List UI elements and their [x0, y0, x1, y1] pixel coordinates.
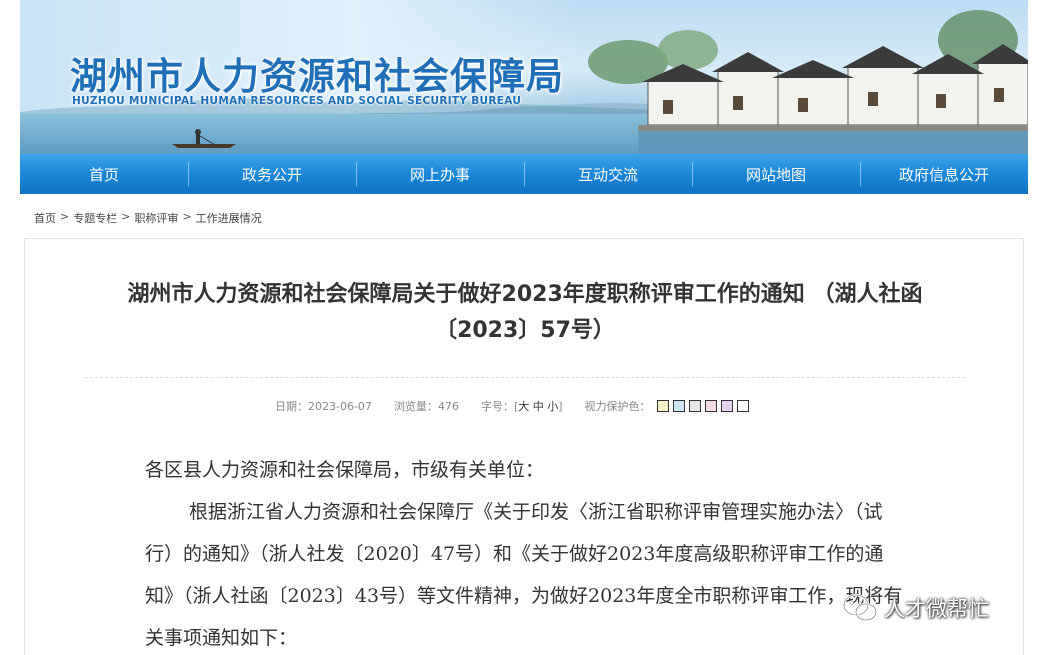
banner-boat-illustration: [172, 129, 236, 149]
swatch-blue[interactable]: [672, 400, 685, 412]
banner-village-illustration: [588, 10, 1028, 154]
swatch-white[interactable]: [736, 400, 749, 412]
font-size-medium-button[interactable]: 中: [533, 398, 544, 414]
view-count: 476: [437, 399, 459, 413]
breadcrumb-title-review[interactable]: 职称评审: [134, 210, 178, 226]
main-nav: 首页 政务公开 网上办事 互动交流 网站地图 政府信息公开: [20, 154, 1028, 194]
swatch-pink[interactable]: [704, 400, 717, 412]
breadcrumb-special-topics[interactable]: 专题专栏: [73, 210, 117, 226]
article-meta: 日期： 2023-06-07 浏览量： 476 字号： [ 大 中 小 ] 视力…: [275, 398, 749, 414]
swatch-purple[interactable]: [720, 400, 733, 412]
eye-protection-label: 视力保护色：: [584, 400, 651, 413]
salutation-paragraph: 各区县人力资源和社会保障局，市级有关单位：: [145, 459, 545, 481]
font-size-large-button[interactable]: 大: [518, 398, 529, 414]
date-label: 日期：: [275, 400, 308, 413]
nav-item-site-map[interactable]: 网站地图: [692, 154, 860, 194]
eye-protection-swatches: [656, 400, 749, 412]
breadcrumb-home[interactable]: 首页: [34, 210, 56, 226]
nav-item-interaction[interactable]: 互动交流: [524, 154, 692, 194]
nav-item-government-info[interactable]: 政府信息公开: [860, 154, 1028, 194]
wechat-watermark: 人才微帮忙: [842, 588, 989, 628]
breadcrumb: 首页 > 专题专栏 > 职称评审 > 工作进展情况: [34, 210, 262, 226]
nav-item-online-services[interactable]: 网上办事: [356, 154, 524, 194]
font-size-label: 字号：: [480, 400, 514, 413]
watermark-text: 人才微帮忙: [884, 597, 989, 621]
site-banner: 湖州市人力资源和社会保障局 HUZHOU MUNICIPAL HUMAN RES…: [20, 0, 1028, 154]
swatch-yellow[interactable]: [656, 400, 669, 412]
breadcrumb-separator: >: [182, 210, 192, 223]
body-paragraph: 根据浙江省人力资源和社会保障厅《关于印发〈浙江省职称评审管理实施办法〉（试行）的…: [145, 501, 903, 649]
wechat-icon: [842, 593, 878, 622]
title-divider: [85, 377, 965, 378]
views-label: 浏览量：: [393, 400, 438, 413]
article-title: 湖州市人力资源和社会保障局关于做好2023年度职称评审工作的通知 （湖人社函 〔…: [95, 277, 955, 349]
breadcrumb-separator: >: [60, 210, 70, 223]
breadcrumb-work-progress[interactable]: 工作进展情况: [196, 210, 262, 226]
breadcrumb-separator: >: [121, 210, 131, 223]
font-size-bracket-close: ]: [558, 399, 563, 413]
article-title-line-1: 湖州市人力资源和社会保障局关于做好2023年度职称评审工作的通知 （湖人社函: [127, 282, 923, 307]
nav-item-home[interactable]: 首页: [20, 154, 188, 194]
font-size-small-button[interactable]: 小: [547, 398, 558, 414]
nav-item-government-affairs[interactable]: 政务公开: [188, 154, 356, 194]
site-subtitle: HUZHOU MUNICIPAL HUMAN RESOURCES AND SOC…: [72, 95, 522, 107]
article-title-line-2: 〔2023〕57号）: [435, 318, 615, 343]
publish-date: 2023-06-07: [308, 399, 372, 413]
site-title: 湖州市人力资源和社会保障局: [70, 55, 564, 98]
swatch-gray[interactable]: [688, 400, 701, 412]
article-body: 各区县人力资源和社会保障局，市级有关单位： 根据浙江省人力资源和社会保障厅《关于…: [145, 449, 905, 655]
